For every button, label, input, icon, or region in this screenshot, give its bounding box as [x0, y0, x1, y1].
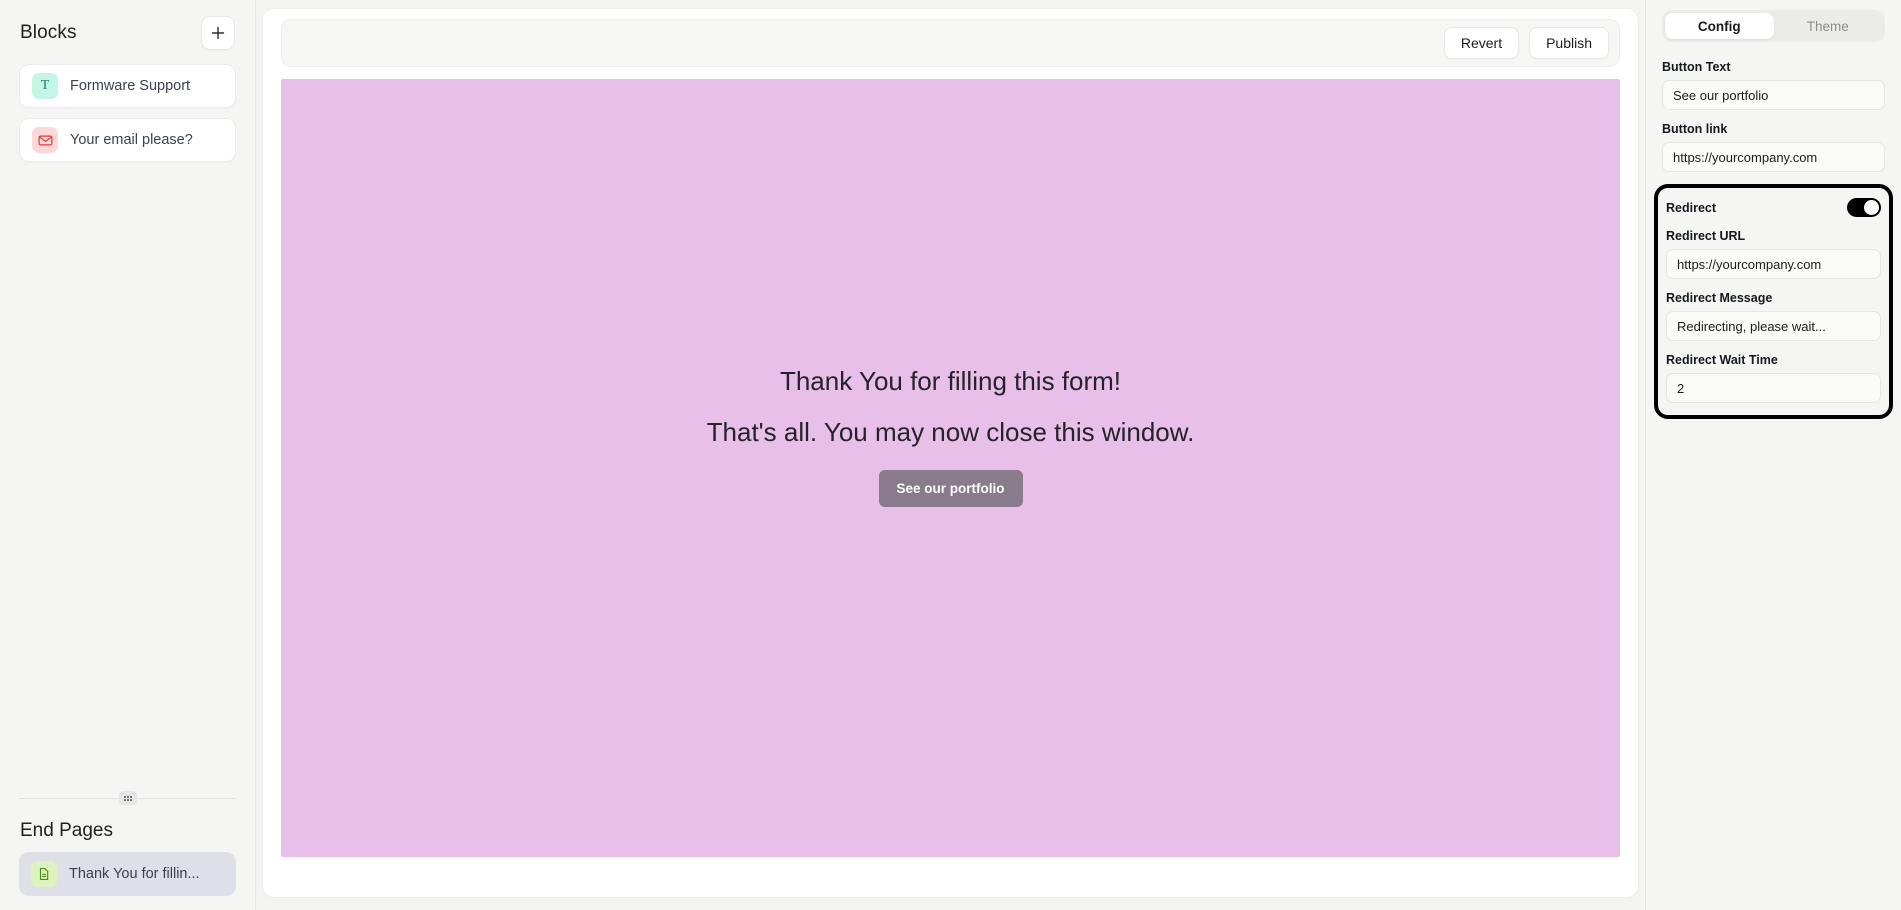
toggle-knob [1864, 200, 1879, 215]
redirect-message-label: Redirect Message [1666, 291, 1773, 305]
right-config-panel: Config Theme Button Text Button link Red… [1645, 0, 1901, 910]
center-area: Revert Publish Thank You for filling thi… [256, 0, 1645, 910]
revert-button[interactable]: Revert [1443, 27, 1520, 59]
redirect-toggle[interactable] [1847, 198, 1881, 217]
text-block-icon: T [32, 73, 58, 99]
redirect-url-label: Redirect URL [1666, 229, 1746, 243]
editor-toolbar: Revert Publish [281, 19, 1620, 67]
email-block-icon [32, 127, 58, 153]
redirect-label: Redirect [1666, 200, 1717, 215]
preview-content: Thank You for filling this form! That's … [281, 362, 1620, 507]
list-item-label: Your email please? [70, 132, 193, 148]
redirect-wait-field-group: Redirect Wait Time [1666, 353, 1881, 403]
drag-handle-icon[interactable] [118, 791, 137, 805]
end-pages-list: Thank You for fillin... [0, 852, 255, 896]
redirect-toggle-row: Redirect [1666, 198, 1881, 217]
page-preview-canvas[interactable]: Thank You for filling this form! That's … [281, 79, 1620, 857]
redirect-settings-group: Redirect Redirect URL Redirect Message R… [1654, 184, 1893, 419]
preview-heading: Thank You for filling this form! [779, 365, 1122, 396]
document-icon [31, 861, 57, 887]
redirect-wait-label: Redirect Wait Time [1666, 353, 1778, 367]
button-link-label: Button link [1662, 122, 1728, 136]
list-item[interactable]: T Formware Support [19, 64, 236, 108]
end-pages-section: End Pages Thank You for fillin... [0, 786, 255, 910]
button-text-field-group: Button Text [1662, 60, 1885, 110]
tab-theme[interactable]: Theme [1774, 13, 1883, 39]
panel-tabs: Config Theme [1662, 10, 1885, 42]
preview-subheading: That's all. You may now close this windo… [706, 416, 1195, 447]
block-list: T Formware Support Your email please? [0, 56, 255, 162]
button-text-input[interactable] [1662, 80, 1885, 110]
app-root: Blocks T Formware Support Your email ple… [0, 0, 1901, 910]
publish-button[interactable]: Publish [1529, 27, 1609, 59]
tab-config[interactable]: Config [1665, 13, 1774, 39]
preview-cta-button[interactable]: See our portfolio [878, 469, 1023, 507]
list-item[interactable]: Thank You for fillin... [19, 852, 236, 896]
button-text-label: Button Text [1662, 60, 1731, 74]
plus-icon [211, 26, 225, 40]
button-link-input[interactable] [1662, 142, 1885, 172]
redirect-url-input[interactable] [1666, 249, 1881, 279]
redirect-url-field-group: Redirect URL [1666, 229, 1881, 279]
sidebar-divider [19, 786, 236, 810]
list-item-label: Formware Support [70, 78, 191, 94]
end-pages-title: End Pages [20, 820, 113, 841]
redirect-message-field-group: Redirect Message [1666, 291, 1881, 341]
list-item[interactable]: Your email please? [19, 118, 236, 162]
button-link-field-group: Button link [1662, 122, 1885, 172]
blocks-title: Blocks [20, 22, 77, 43]
redirect-message-input[interactable] [1666, 311, 1881, 341]
add-block-button[interactable] [201, 16, 235, 50]
list-item-label: Thank You for fillin... [69, 866, 200, 882]
left-sidebar: Blocks T Formware Support Your email ple… [0, 0, 256, 910]
blocks-header: Blocks [0, 0, 255, 56]
editor-card: Revert Publish Thank You for filling thi… [262, 8, 1639, 898]
drag-dots [123, 795, 132, 801]
redirect-wait-input[interactable] [1666, 373, 1881, 403]
